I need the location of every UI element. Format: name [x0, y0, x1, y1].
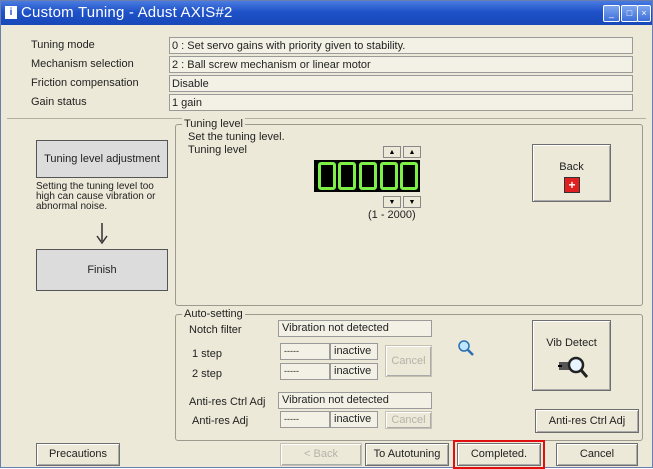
- completed-highlight: [453, 440, 545, 469]
- segment-digit: [380, 162, 398, 190]
- precautions-button[interactable]: Precautions: [36, 443, 120, 466]
- cancel-button[interactable]: Cancel: [556, 443, 638, 466]
- notch-filter-status: Vibration not detected: [278, 320, 432, 337]
- info-row-mechanism: Mechanism selection 2 : Ball screw mecha…: [28, 56, 636, 74]
- anti-res-adj-label: Anti-res Adj: [192, 415, 249, 427]
- title-bar[interactable]: i Custom Tuning - Adust AXIS#2 _ □ ×: [1, 1, 652, 25]
- tuning-level-legend: Tuning level: [182, 118, 245, 130]
- info-label: Tuning mode: [31, 39, 95, 51]
- info-value: 1 gain: [169, 94, 633, 111]
- to-autotuning-button[interactable]: To Autotuning: [365, 443, 449, 466]
- anti-res-status: Vibration not detected: [278, 392, 432, 409]
- maximize-icon[interactable]: □: [621, 5, 638, 22]
- step-label: Finish: [87, 264, 117, 276]
- info-label: Mechanism selection: [31, 58, 134, 70]
- close-icon[interactable]: ×: [637, 5, 651, 22]
- vib-detect-label: Vib Detect: [546, 337, 597, 349]
- segment-digit: [400, 162, 418, 190]
- notch-filter-label: Notch filter: [189, 324, 242, 336]
- step1-value: -----: [280, 343, 330, 360]
- tuning-level-label: Tuning level: [188, 144, 247, 156]
- info-row-friction: Friction compensation Disable: [28, 75, 636, 93]
- back-button[interactable]: Back +: [532, 144, 611, 202]
- anti-res-ctrl-label: Anti-res Ctrl Adj: [189, 396, 266, 408]
- minimize-icon[interactable]: _: [603, 5, 620, 22]
- notch-cancel-button[interactable]: Cancel: [385, 345, 432, 377]
- step-finish: Finish: [36, 249, 168, 291]
- step1-label: 1 step: [192, 348, 222, 360]
- info-row-gain-status: Gain status 1 gain: [28, 94, 636, 112]
- custom-tuning-window: i Custom Tuning - Adust AXIS#2 _ □ × Tun…: [0, 0, 653, 469]
- step-label: Tuning level adjustment: [44, 153, 160, 165]
- tuning-level-display: 00040: [314, 160, 420, 192]
- step2-state: inactive: [330, 363, 378, 380]
- increase-fine-button[interactable]: ▲: [403, 146, 421, 158]
- magnifier-icon: [458, 340, 474, 356]
- info-value: 2 : Ball screw mechanism or linear motor: [169, 56, 633, 73]
- divider: [7, 118, 646, 119]
- step1-state: inactive: [330, 343, 378, 360]
- decrease-fine-button[interactable]: ▼: [403, 196, 421, 208]
- step2-value: -----: [280, 363, 330, 380]
- down-arrow-icon: [96, 223, 108, 245]
- tuning-range: (1 - 2000): [368, 209, 416, 221]
- info-label: Friction compensation: [31, 77, 139, 89]
- anti-res-ctrl-adj-button[interactable]: Anti-res Ctrl Adj: [535, 409, 639, 433]
- tuning-instruction: Set the tuning level.: [188, 131, 285, 143]
- decrease-coarse-button[interactable]: ▼: [383, 196, 401, 208]
- vibration-sensor-icon: [558, 356, 588, 378]
- segment-digit: [359, 162, 377, 190]
- step-tuning-level-adjustment: Tuning level adjustment: [36, 140, 168, 178]
- app-icon: i: [5, 6, 17, 19]
- anti-res-state: inactive: [330, 411, 378, 428]
- red-cross-icon: +: [564, 177, 580, 193]
- info-table: Tuning mode 0 : Set servo gains with pri…: [28, 37, 636, 113]
- info-value: 0 : Set servo gains with priority given …: [169, 37, 633, 54]
- info-row-tuning-mode: Tuning mode 0 : Set servo gains with pri…: [28, 37, 636, 55]
- increase-coarse-button[interactable]: ▲: [383, 146, 401, 158]
- back-label: Back: [559, 161, 584, 173]
- vib-detect-button[interactable]: Vib Detect: [532, 320, 611, 391]
- tuning-warning: Setting the tuning level too high can ca…: [36, 182, 156, 212]
- step2-label: 2 step: [192, 368, 222, 380]
- segment-digit: [338, 162, 356, 190]
- segment-digit: [318, 162, 336, 190]
- info-label: Gain status: [31, 96, 87, 108]
- window-title: Custom Tuning - Adust AXIS#2: [21, 4, 233, 21]
- back-nav-button[interactable]: < Back: [280, 443, 362, 466]
- auto-setting-legend: Auto-setting: [182, 308, 245, 320]
- anti-res-value: -----: [280, 411, 330, 428]
- info-value: Disable: [169, 75, 633, 92]
- anti-res-cancel-button[interactable]: Cancel: [385, 411, 432, 429]
